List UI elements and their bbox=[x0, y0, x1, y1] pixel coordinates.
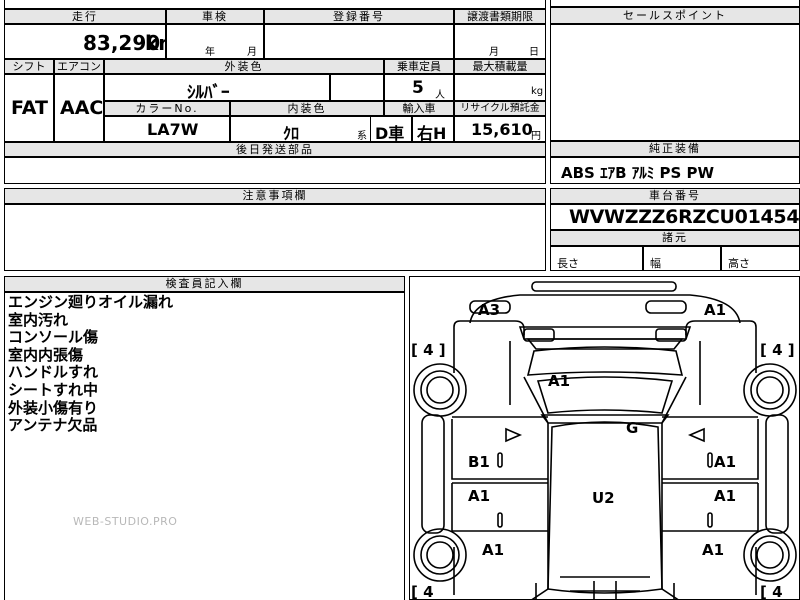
import-value-2: 右H bbox=[417, 124, 447, 143]
shift-header: シフト bbox=[4, 59, 54, 74]
exterior-color-value: ｼﾙﾊﾞｰ bbox=[187, 83, 230, 103]
aircon-cell: AAC bbox=[54, 74, 104, 142]
aircon-value: AAC bbox=[60, 97, 104, 119]
import-value-1: D車 bbox=[375, 124, 405, 143]
capacity-value: 5 bbox=[412, 78, 424, 98]
max-load-cell: kg bbox=[454, 74, 546, 101]
top-strip bbox=[4, 0, 546, 9]
color-no-value: LA7W bbox=[147, 120, 199, 139]
capacity-cell: 5 人 bbox=[384, 74, 454, 101]
top-right-strip bbox=[550, 0, 800, 7]
watermark: WEB-STUDIO.PRO bbox=[73, 515, 178, 528]
width-label: 幅 bbox=[650, 257, 661, 270]
car-condition-diagram: A3 A1 A1 G B1 A1 A1 A1 U2 A1 A1 [ 4 ] [ … bbox=[409, 276, 800, 600]
recycle-unit: 円 bbox=[531, 131, 541, 142]
recycle-value: 15,610 bbox=[471, 120, 533, 139]
inspector-note: エンジン廻りオイル漏れ bbox=[8, 293, 174, 311]
max-load-header: 最大積載量 bbox=[454, 59, 546, 74]
chassis-header: 車台番号 bbox=[550, 188, 800, 204]
damage-left-front-door: B1 bbox=[468, 453, 490, 471]
damage-front-right: A1 bbox=[704, 301, 727, 319]
capacity-unit: 人 bbox=[435, 90, 445, 101]
import-cell-1: D車 bbox=[370, 116, 412, 143]
color-no-header: カラーNo. bbox=[104, 101, 230, 116]
car-outline bbox=[413, 281, 797, 599]
interior-color-value: ｸﾛ bbox=[283, 124, 300, 143]
recycle-header: リサイクル預託金 bbox=[454, 101, 546, 116]
inspection-header: 車検 bbox=[166, 9, 264, 24]
registration-header: 登録番号 bbox=[264, 9, 454, 24]
equipment-cell: ABS ｴｱB ｱﾙﾐ PS PW bbox=[550, 157, 800, 184]
inspection-cell: 年 月 bbox=[166, 24, 264, 59]
tire-rear-left-rating: [ 4 bbox=[411, 583, 434, 600]
registration-cell bbox=[264, 24, 454, 59]
sales-point-header: セールスポイント bbox=[550, 7, 800, 24]
damage-right-rear-door: A1 bbox=[714, 487, 737, 505]
notes-header: 注意事項欄 bbox=[4, 188, 546, 204]
equipment-header: 純正装備 bbox=[550, 141, 800, 157]
damage-roof: U2 bbox=[592, 489, 615, 507]
length-label: 長さ bbox=[557, 257, 579, 270]
inspector-note: 室内汚れ bbox=[8, 310, 69, 329]
inspector-note: 室内内張傷 bbox=[8, 345, 84, 364]
dims-header: 諸元 bbox=[550, 230, 800, 246]
capacity-header: 乗車定員 bbox=[384, 59, 454, 74]
exterior-color-header: 外装色 bbox=[104, 59, 384, 74]
exterior-color-cell: ｼﾙﾊﾞｰ bbox=[104, 74, 330, 103]
inspector-header: 検査員記入欄 bbox=[4, 276, 405, 292]
damage-right-front-door: A1 bbox=[714, 453, 737, 471]
damage-left-rear-fender: A1 bbox=[482, 541, 505, 559]
deadline-month-unit: 月 bbox=[489, 47, 499, 58]
inspector-note: シートすれ中 bbox=[8, 380, 99, 399]
notes-body bbox=[4, 204, 546, 271]
later-parts-header: 後日発送部品 bbox=[4, 142, 546, 157]
height-label: 高さ bbox=[728, 257, 750, 270]
import-cell-2: 右H bbox=[412, 116, 454, 143]
inspection-year-unit: 年 bbox=[205, 47, 215, 58]
inspector-note: アンテナ欠品 bbox=[8, 416, 98, 435]
import-header: 輸入車 bbox=[384, 101, 454, 116]
damage-front-left: A3 bbox=[478, 301, 501, 319]
deadline-cell: 月 日 bbox=[454, 24, 546, 59]
damage-hood: A1 bbox=[548, 372, 571, 390]
sales-point-body bbox=[550, 24, 800, 141]
inspection-month-unit: 月 bbox=[247, 47, 257, 58]
interior-color-suffix: 系 bbox=[357, 131, 367, 142]
inspector-notes: エンジン廻りオイル漏れ 室内汚れ コンソール傷 室内内張傷 ハンドルすれ シート… bbox=[8, 293, 174, 435]
recycle-cell: 15,610 円 bbox=[454, 116, 546, 142]
chassis-value: WVWZZZ6RZCU014549 bbox=[569, 206, 800, 228]
width-cell: 幅 bbox=[643, 246, 721, 271]
interior-color-header: 内装色 bbox=[230, 101, 384, 116]
damage-windshield: G bbox=[626, 419, 639, 437]
load-unit: kg bbox=[531, 86, 544, 97]
equipment-value: ABS ｴｱB ｱﾙﾐ PS PW bbox=[561, 164, 715, 182]
chassis-cell: WVWZZZ6RZCU014549 bbox=[550, 204, 800, 230]
exterior-color-extra-cell bbox=[330, 74, 384, 101]
aircon-header: エアコン bbox=[54, 59, 104, 74]
color-no-cell: LA7W bbox=[104, 116, 230, 142]
tire-front-left-rating: [ 4 ] bbox=[411, 341, 446, 359]
inspector-note: 外装小傷有り bbox=[8, 398, 99, 417]
height-cell: 高さ bbox=[721, 246, 800, 271]
interior-color-cell: ｸﾛ 系 bbox=[230, 116, 384, 143]
mileage-header: 走行 bbox=[4, 9, 166, 24]
damage-left-rear-door: A1 bbox=[468, 487, 491, 505]
transfer-deadline-header: 譲渡書類期限 bbox=[454, 9, 546, 24]
tire-front-right-rating: [ 4 ] bbox=[760, 341, 795, 359]
later-parts-cell bbox=[4, 157, 546, 184]
mileage-cell: 83,290 km bbox=[4, 24, 179, 59]
tire-rear-right-rating: [ 4 bbox=[760, 583, 783, 600]
inspector-note: ハンドルすれ bbox=[8, 363, 99, 382]
shift-value: FAT bbox=[11, 97, 48, 119]
deadline-day-unit: 日 bbox=[529, 47, 539, 58]
inspector-note: コンソール傷 bbox=[8, 328, 99, 347]
damage-right-rear-fender: A1 bbox=[702, 541, 725, 559]
shift-cell: FAT bbox=[4, 74, 54, 142]
length-cell: 長さ bbox=[550, 246, 643, 271]
